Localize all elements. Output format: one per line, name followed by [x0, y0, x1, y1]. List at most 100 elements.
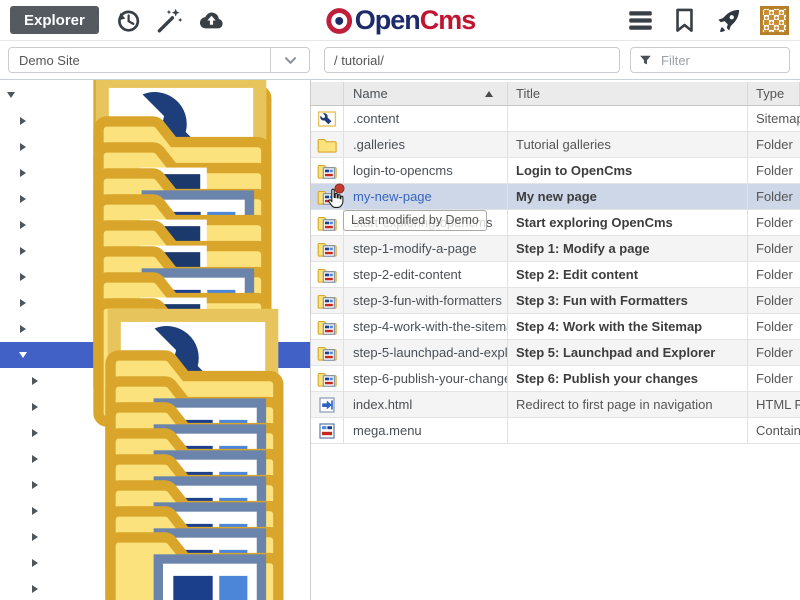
wand-icon[interactable]	[156, 7, 183, 34]
row-name: step-6-publish-your-changes	[344, 366, 508, 391]
collapse-arrow-icon[interactable]	[19, 352, 27, 358]
table-row[interactable]: step-2-edit-content Step 2: Edit content…	[311, 262, 800, 288]
row-type: HTML Redirect	[748, 392, 800, 417]
bookmark-icon[interactable]	[671, 7, 698, 34]
config-wrench-icon	[317, 111, 337, 127]
row-name: my-new-page	[344, 184, 508, 209]
quilt-grid-icon[interactable]	[759, 5, 790, 36]
expand-arrow-icon[interactable]	[32, 533, 38, 541]
row-title: Step 6: Publish your changes	[508, 366, 748, 391]
content-folder-icon	[317, 293, 337, 309]
site-select[interactable]: Demo Site	[8, 47, 310, 73]
row-type: Folder	[748, 158, 800, 183]
row-title: Login to OpenCms	[508, 158, 748, 183]
content-folder-icon	[317, 345, 337, 361]
row-type: Folder	[748, 288, 800, 313]
filter-funnel-icon	[639, 54, 652, 67]
content-folder-icon	[317, 371, 337, 387]
location-bar: Demo Site	[0, 41, 800, 80]
header-name-column[interactable]: Name	[344, 82, 508, 105]
expand-arrow-icon[interactable]	[32, 507, 38, 515]
folder-icon	[317, 137, 337, 153]
container-page-icon	[317, 423, 337, 439]
opencms-logo-ring-icon	[325, 6, 354, 35]
table-row[interactable]: step-1-modify-a-page Step 1: Modify a pa…	[311, 236, 800, 262]
expand-arrow-icon[interactable]	[32, 403, 38, 411]
table-row[interactable]: index.html Redirect to first page in nav…	[311, 392, 800, 418]
row-type: Folder	[748, 314, 800, 339]
expand-arrow-icon[interactable]	[20, 221, 26, 229]
expand-arrow-icon[interactable]	[20, 273, 26, 281]
logo-text-open: Open	[355, 5, 420, 35]
table-row-selected[interactable]: my-new-page My new page Folder	[311, 184, 800, 210]
header-type-label: Type	[756, 86, 784, 101]
header-title-column[interactable]: Title	[508, 82, 748, 105]
expand-arrow-icon[interactable]	[20, 169, 26, 177]
row-title	[508, 418, 748, 443]
table-row[interactable]: step-3-fun-with-formatters Step 3: Fun w…	[311, 288, 800, 314]
header-name-label: Name	[353, 86, 388, 101]
upload-icon[interactable]	[198, 7, 225, 34]
table-row[interactable]: step-5-launchpad-and-explorer Step 5: La…	[311, 340, 800, 366]
filter-field[interactable]	[630, 47, 790, 73]
expand-arrow-icon[interactable]	[32, 377, 38, 385]
filter-input[interactable]	[659, 52, 781, 69]
row-type: Folder	[748, 184, 800, 209]
expand-arrow-icon[interactable]	[20, 143, 26, 151]
opencms-logo: OpenCms	[325, 6, 476, 35]
content-folder-icon	[317, 267, 337, 283]
header-type-column[interactable]: Type	[748, 82, 800, 105]
app-toolbar: Explorer OpenCms	[0, 0, 800, 41]
toolbar-right-icons	[627, 5, 790, 36]
tooltip: Last modified by Demo	[343, 210, 487, 231]
content-folder-icon	[317, 241, 337, 257]
redirect-page-icon	[317, 397, 337, 413]
expand-arrow-icon[interactable]	[20, 247, 26, 255]
expand-arrow-icon[interactable]	[32, 559, 38, 567]
cursor-hand-icon	[324, 187, 348, 211]
table-header: Name Title Type	[311, 82, 800, 106]
history-icon[interactable]	[114, 7, 141, 34]
row-type: Folder	[748, 262, 800, 287]
row-title	[508, 106, 748, 131]
chevron-down-icon[interactable]	[270, 48, 309, 72]
expand-arrow-icon[interactable]	[20, 299, 26, 307]
row-title: Step 5: Launchpad and Explorer	[508, 340, 748, 365]
expand-arrow-icon[interactable]	[32, 429, 38, 437]
sort-ascending-icon	[485, 91, 493, 97]
explorer-app-button[interactable]: Explorer	[10, 6, 99, 34]
path-input[interactable]	[324, 47, 620, 73]
content-folder-icon	[43, 514, 311, 600]
table-row[interactable]: login-to-opencms Login to OpenCms Folder	[311, 158, 800, 184]
row-name: .galleries	[344, 132, 508, 157]
expand-arrow-icon[interactable]	[32, 481, 38, 489]
table-row[interactable]: step-6-publish-your-changes Step 6: Publ…	[311, 366, 800, 392]
row-type: Folder	[748, 132, 800, 157]
site-select-value: Demo Site	[9, 48, 270, 72]
tree-item-step-4[interactable]: step-4-work-with-the-sitemap	[0, 576, 310, 600]
rocket-icon[interactable]	[715, 7, 742, 34]
header-title-label: Title	[516, 86, 540, 101]
row-type: Sitemap configuration	[748, 106, 800, 131]
expand-arrow-icon[interactable]	[20, 195, 26, 203]
collapse-arrow-icon[interactable]	[7, 92, 15, 98]
table-row[interactable]: step-4-work-with-the-sitemap Step 4: Wor…	[311, 314, 800, 340]
table-row[interactable]: .galleries Tutorial galleries Folder	[311, 132, 800, 158]
table-row[interactable]: .content Sitemap configuration	[311, 106, 800, 132]
row-type: Container page	[748, 418, 800, 443]
expand-arrow-icon[interactable]	[32, 585, 38, 593]
row-title: Step 3: Fun with Formatters	[508, 288, 748, 313]
folder-tree: default .categories .content .galleries …	[0, 80, 311, 600]
expand-arrow-icon[interactable]	[20, 117, 26, 125]
row-title: Redirect to first page in navigation	[508, 392, 748, 417]
row-title: Step 2: Edit content	[508, 262, 748, 287]
row-name: step-5-launchpad-and-explorer	[344, 340, 508, 365]
expand-arrow-icon[interactable]	[32, 455, 38, 463]
header-icon-column	[311, 82, 344, 105]
table-row[interactable]: mega.menu Container page	[311, 418, 800, 444]
expand-arrow-icon[interactable]	[20, 325, 26, 333]
row-name: mega.menu	[344, 418, 508, 443]
menu-icon[interactable]	[627, 7, 654, 34]
row-type: Folder	[748, 340, 800, 365]
row-type: Folder	[748, 236, 800, 261]
